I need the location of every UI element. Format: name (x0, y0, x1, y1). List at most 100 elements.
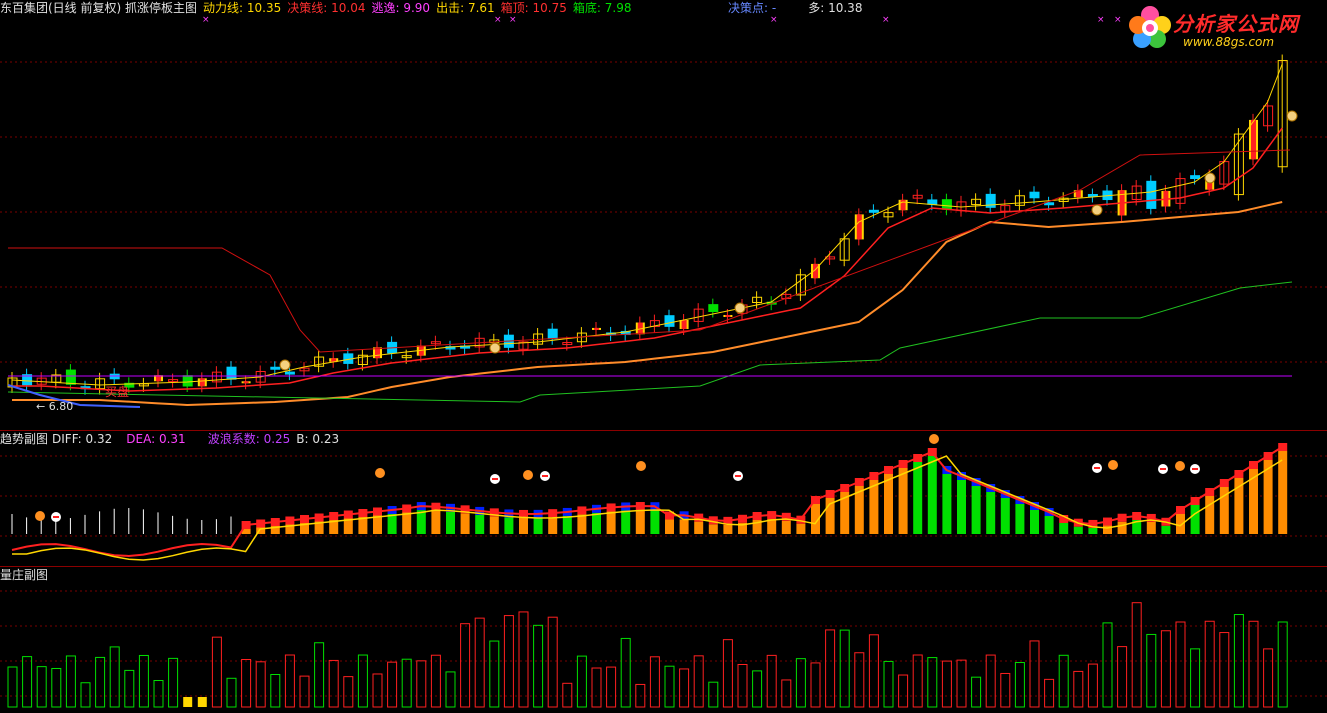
volume-bar (372, 673, 383, 708)
volume-bar (679, 668, 690, 708)
signal-x-marker: × (1114, 15, 1122, 25)
volume-bar (474, 617, 485, 708)
macd-bar (446, 511, 455, 534)
money-bag-icon (489, 342, 501, 354)
macd-bar (796, 523, 806, 534)
macd-bar (1205, 496, 1215, 534)
macd-bar (986, 492, 996, 534)
volume-bar (197, 697, 207, 707)
volume-bar (153, 680, 164, 708)
macd-bar (971, 486, 981, 534)
volume-bar (51, 667, 62, 708)
macd-bar (1030, 510, 1039, 534)
cross-marker-icon (1192, 468, 1198, 470)
candle-body (856, 214, 862, 240)
volume-bar (489, 640, 500, 708)
volume-bar (226, 677, 237, 708)
diff-indicator: DIFF: 0.32 (52, 432, 112, 446)
volume-bar (1087, 663, 1098, 708)
trend-chart-canvas[interactable] (0, 431, 1327, 566)
signal-x-marker: × (202, 15, 210, 25)
trend-chart-panel[interactable]: 趋势副图 DIFF: 0.32 DEA: 0.31 波浪系数: 0.25 B: 0.23 (0, 431, 1327, 566)
logo-name: 分析家公式网 (1173, 12, 1299, 36)
volume-bar (314, 642, 325, 708)
macd-bar (1146, 521, 1156, 534)
volume-bar (606, 666, 617, 708)
candle-body (199, 378, 205, 387)
volume-bar (693, 655, 704, 708)
candle-body (725, 314, 731, 317)
volume-bar (1277, 621, 1288, 708)
money-bag-icon (1286, 110, 1298, 122)
candle-body (927, 199, 938, 205)
volume-bar (460, 623, 471, 708)
orange-ball-icon (375, 468, 385, 478)
macd-bar (1088, 527, 1098, 534)
macd-bar (869, 480, 879, 534)
signal-x-marker: × (1097, 15, 1105, 25)
macd-bar (475, 514, 485, 534)
volume-bar (1058, 654, 1069, 708)
candle-body (900, 199, 906, 211)
main-chart-panel[interactable]: 东百集团(日线 前复权) 抓涨停板主图 动力线: 10.35 决策线: 10.04 逃… (0, 0, 1327, 430)
signal-x-marker: × (509, 15, 517, 25)
volume-bar (95, 656, 106, 708)
signal-x-marker: × (494, 15, 502, 25)
wave-value: 0.25 (263, 432, 291, 446)
macd-bar (562, 515, 572, 534)
volume-chart-canvas[interactable] (0, 567, 1327, 713)
candle-body (708, 304, 719, 313)
volume-bar (898, 674, 909, 708)
volume-bar (985, 654, 996, 708)
macd-bar (913, 462, 923, 534)
volume-bar (401, 658, 412, 708)
candle-body (270, 366, 281, 370)
volume-bar (576, 655, 587, 708)
candle-body (182, 375, 193, 387)
volume-bar (1190, 648, 1201, 708)
volume-bar (1044, 678, 1055, 708)
macd-bar (898, 468, 908, 534)
macd-bar (1190, 505, 1200, 534)
volume-title: 量庄副图 (0, 568, 49, 582)
volume-header: 量庄副图 (0, 567, 54, 583)
volume-bar (343, 676, 354, 708)
volume-bar (1014, 662, 1025, 708)
macd-bar (533, 517, 543, 534)
volume-bar (138, 654, 149, 708)
macd-bar (460, 513, 470, 534)
low-price-value: 6.80 (48, 400, 74, 413)
diff-value: 0.32 (85, 432, 113, 446)
volume-bar (22, 656, 33, 708)
volume-bar (328, 659, 339, 708)
orange-ball-icon (35, 511, 45, 521)
macd-bar (1278, 451, 1288, 534)
volume-bar (956, 659, 967, 708)
macd-bar (694, 521, 704, 534)
volume-bar (1029, 640, 1040, 708)
site-logo: 分析家公式网 www.88gs.com (1125, 2, 1321, 52)
volume-bar (255, 661, 266, 708)
wave-label: 波浪系数: (207, 432, 260, 446)
macd-bar (781, 520, 791, 534)
candle-body (284, 371, 295, 375)
volume-bar (883, 660, 894, 708)
orange-ball-icon (929, 434, 939, 444)
macd-bar (1000, 498, 1010, 534)
volume-bar (357, 654, 368, 708)
main-chart-canvas[interactable]: × × × × × × × (0, 0, 1327, 430)
candle-body (1251, 119, 1256, 160)
ma-line-red (12, 127, 1283, 392)
macd-bar (635, 510, 645, 534)
macd-bar (548, 517, 558, 534)
diff-label: DIFF: (52, 432, 82, 446)
logo-url: www.88gs.com (1183, 35, 1275, 49)
wave-indicator: 波浪系数: 0.25 (208, 432, 291, 446)
candle-body (594, 327, 599, 330)
volume-bar (591, 667, 602, 708)
macd-bar (884, 474, 893, 534)
volume-chart-panel[interactable]: 量庄副图 (0, 567, 1327, 713)
volume-bar (620, 637, 631, 708)
trend-header: 趋势副图 DIFF: 0.32 DEA: 0.31 波浪系数: 0.25 B: 0.23 (0, 431, 345, 447)
candle-body (664, 315, 675, 327)
